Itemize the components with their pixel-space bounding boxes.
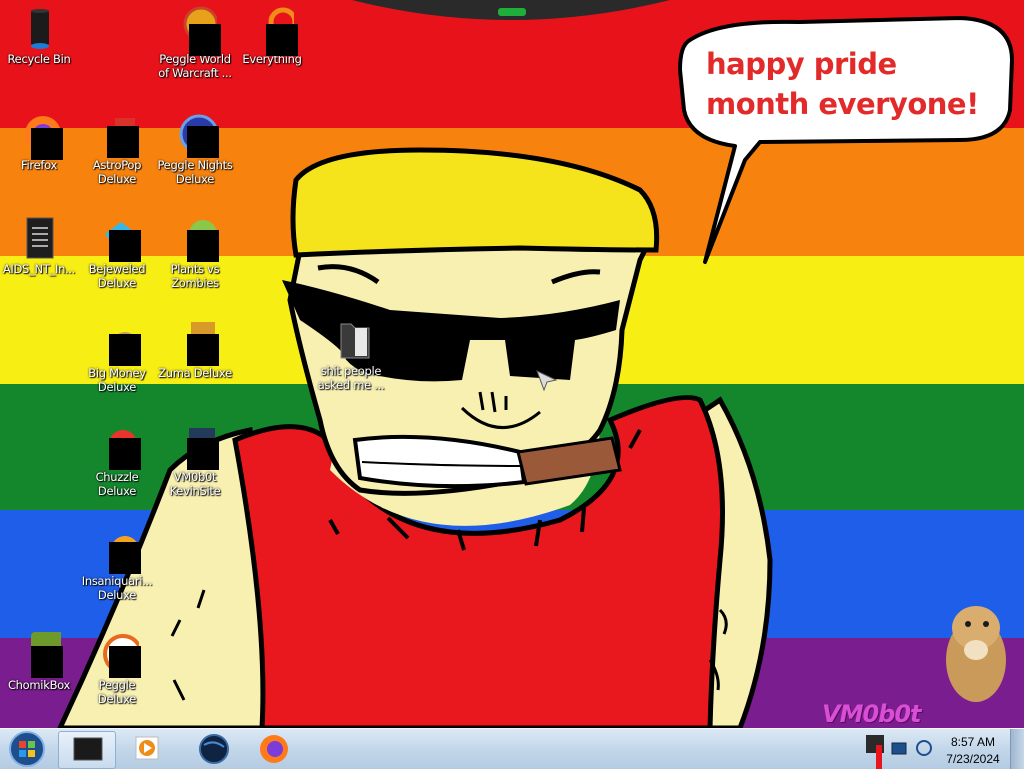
- peggle-nights-icon: [173, 112, 219, 158]
- taskbar-item-globe[interactable]: [186, 731, 242, 767]
- fish-icon: [95, 528, 141, 574]
- censor-block: [187, 334, 219, 366]
- desktop-icon-recycle-bin[interactable]: Recycle Bin: [0, 6, 78, 66]
- censor-block: [187, 438, 219, 470]
- terminal-icon: [73, 737, 103, 761]
- censor-block: [266, 24, 298, 56]
- chuzzle-icon: [95, 424, 141, 470]
- desktop-icon-chomikbox[interactable]: ChomikBox: [0, 632, 78, 692]
- desktop-icon-aids-nt[interactable]: AIDS_NT_In...: [0, 216, 78, 276]
- censor-block: [109, 542, 141, 574]
- desktop-icon-peggle-nights[interactable]: Peggle Nights Deluxe: [156, 112, 234, 186]
- censor-block: [107, 126, 139, 158]
- desktop-icon-zuma[interactable]: Zuma Deluxe: [156, 320, 234, 380]
- folder-icon: [329, 318, 373, 362]
- censor-block: [187, 126, 219, 158]
- windows-logo-icon: [9, 731, 45, 767]
- desktop-icon-peggle-wow[interactable]: Peggle World of Warcraft ...: [156, 6, 234, 80]
- desktop-icon-bejeweled[interactable]: Bejeweled Deluxe: [78, 216, 156, 290]
- firefox-icon: [17, 112, 63, 160]
- shortcut-icon: [173, 424, 219, 470]
- censor-block: [109, 230, 141, 262]
- recycle-bin-icon: [17, 6, 61, 50]
- censor-block: [109, 646, 141, 678]
- chomikbox-icon: [17, 632, 77, 678]
- zuma-icon: [173, 320, 219, 366]
- money-bag-icon: [95, 320, 141, 366]
- astropop-icon: [95, 112, 139, 158]
- mouse-cursor-icon: [536, 370, 558, 392]
- globe-icon: [199, 734, 229, 764]
- desktop-icon-firefox[interactable]: Firefox: [0, 112, 78, 172]
- desktop-icon-big-money[interactable]: Big Money Deluxe: [78, 320, 156, 394]
- censor-block: [109, 334, 141, 366]
- speaker-icon: [916, 740, 932, 756]
- desktop-icon-folder[interactable]: shit people asked me ...: [312, 318, 390, 392]
- desktop-icon-plants-vs-zombies[interactable]: Plants vs Zombies: [156, 216, 234, 290]
- censor-block: [187, 230, 219, 262]
- censor-block: [189, 24, 221, 56]
- document-icon: [17, 216, 61, 260]
- censor-block: [31, 128, 63, 160]
- bejeweled-icon: [95, 216, 141, 262]
- desktop-icon-chuzzle[interactable]: Chuzzle Deluxe: [78, 424, 156, 498]
- speech-bubble-text: happy pride month everyone!: [706, 47, 979, 121]
- desktop[interactable]: happy pride month everyone! VM0b0t Recyc…: [0, 0, 1024, 728]
- plants-vs-zombies-icon: [173, 216, 219, 262]
- peggle-icon: [95, 632, 143, 678]
- clock-time[interactable]: 8:57 AM: [930, 735, 1016, 749]
- censor-block: [109, 438, 141, 470]
- peggle-wow-icon: [173, 6, 221, 56]
- tray-icons: [866, 735, 932, 769]
- taskbar-item-terminal[interactable]: [58, 731, 116, 769]
- taskbar-item-firefox[interactable]: [246, 731, 302, 767]
- everything-search-icon: [250, 6, 298, 56]
- firefox-icon: [260, 735, 288, 763]
- start-button[interactable]: [4, 730, 50, 768]
- clock-date[interactable]: 7/23/2024: [930, 752, 1016, 766]
- network-icon: [891, 742, 907, 755]
- desktop-icon-peggle-deluxe[interactable]: Peggle Deluxe: [78, 632, 156, 706]
- censor-block: [31, 646, 63, 678]
- wallpaper-signature: VM0b0t: [822, 700, 922, 728]
- taskbar: 8:57 AM 7/23/2024: [0, 728, 1024, 769]
- show-desktop-button[interactable]: [1010, 729, 1024, 769]
- desktop-icon-insaniquarium[interactable]: Insaniquari... Deluxe: [78, 528, 156, 602]
- desktop-icon-vm0b0t-kevinsite[interactable]: VM0b0t KevinSite: [156, 424, 234, 498]
- media-player-icon: [135, 736, 159, 760]
- taskbar-item-media-player[interactable]: [120, 731, 176, 767]
- desktop-icon-astropop[interactable]: AstroPop Deluxe: [78, 112, 156, 186]
- desktop-icon-everything[interactable]: Everything: [233, 6, 311, 66]
